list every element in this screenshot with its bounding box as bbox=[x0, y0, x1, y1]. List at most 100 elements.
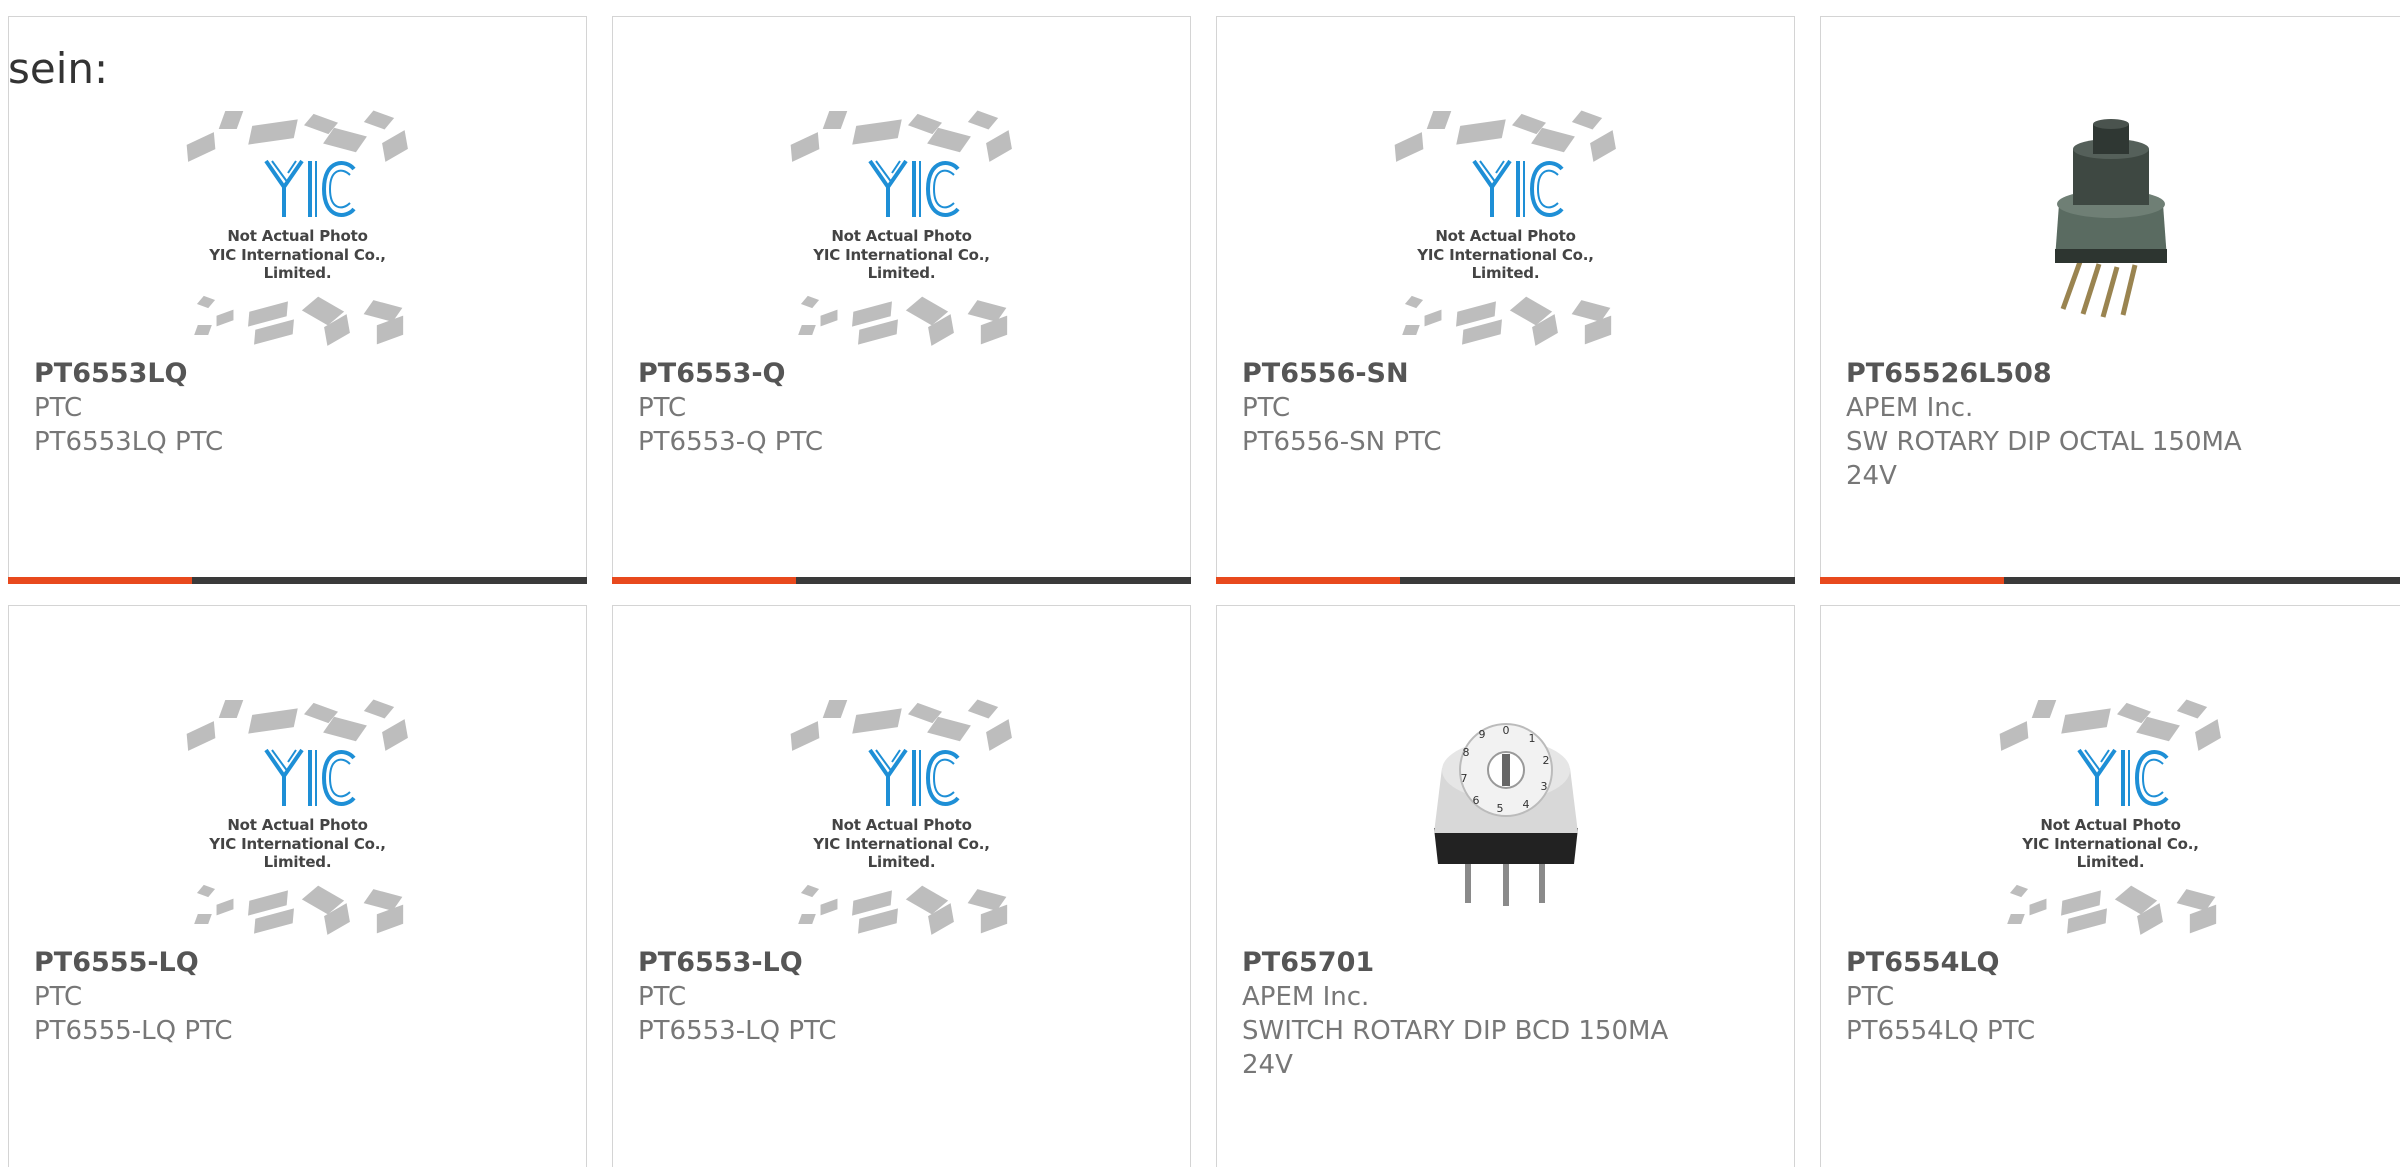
chip-graphic bbox=[1424, 309, 1441, 327]
part-number[interactable]: PT65526L508 bbox=[1846, 357, 2375, 391]
placeholder-image: Not Actual Photo YIC International Co., L… bbox=[782, 99, 1022, 349]
chip-graphic bbox=[218, 111, 243, 129]
manufacturer: PTC bbox=[34, 393, 83, 423]
chip-graphic bbox=[967, 699, 998, 719]
card-bottom-bar bbox=[1820, 577, 2400, 584]
chip-graphic bbox=[985, 130, 1012, 162]
chip-graphic bbox=[376, 904, 403, 934]
description: PT6553LQ PTC bbox=[34, 427, 224, 457]
svg-text:9: 9 bbox=[1478, 728, 1485, 741]
description: PT6554LQ PTC bbox=[1846, 1016, 2036, 1046]
product-image[interactable]: Not Actual Photo YIC International Co., L… bbox=[9, 668, 586, 958]
placeholder-image: Not Actual Photo YIC International Co., L… bbox=[1386, 99, 1626, 349]
chip-graphic bbox=[193, 325, 212, 335]
manufacturer: PTC bbox=[638, 393, 687, 423]
yic-logo-icon bbox=[867, 748, 960, 806]
chip-graphic bbox=[980, 904, 1007, 934]
product-card[interactable]: PT65526L508 APEM Inc. SW ROTARY DIP OCTA… bbox=[1820, 16, 2400, 584]
product-card[interactable]: Not Actual Photo YIC International Co., L… bbox=[8, 605, 587, 1167]
part-number[interactable]: PT6555-LQ bbox=[34, 946, 561, 980]
chip-graphic bbox=[1404, 295, 1423, 309]
chip-graphic bbox=[790, 132, 819, 162]
svg-text:0: 0 bbox=[1502, 724, 1509, 737]
svg-text:5: 5 bbox=[1496, 802, 1503, 815]
product-card[interactable]: Not Actual Photo YIC International Co., L… bbox=[612, 16, 1191, 584]
chip-graphic bbox=[216, 309, 233, 327]
intro-text: sein: bbox=[8, 44, 109, 93]
chip-graphic bbox=[218, 700, 243, 718]
chip-graphic bbox=[980, 315, 1007, 345]
yic-logo-icon bbox=[1471, 159, 1564, 217]
chip-graphic bbox=[2031, 700, 2056, 718]
placeholder-image: Not Actual Photo YIC International Co., L… bbox=[1991, 688, 2231, 938]
not-actual-photo-label: Not Actual Photo bbox=[1435, 227, 1576, 245]
chip-graphic bbox=[790, 721, 819, 751]
svg-text:4: 4 bbox=[1522, 798, 1529, 811]
product-card[interactable]: Not Actual Photo YIC International Co., L… bbox=[1216, 16, 1795, 584]
placeholder-image: Not Actual Photo YIC International Co., L… bbox=[178, 99, 418, 349]
company-label: YIC International Co., Limited. bbox=[813, 246, 990, 282]
manufacturer: APEM Inc. bbox=[1242, 982, 1370, 1012]
placeholder-image: Not Actual Photo YIC International Co., L… bbox=[178, 688, 418, 938]
description: PT6553-LQ PTC bbox=[638, 1016, 837, 1046]
accent-bar bbox=[8, 577, 192, 584]
chip-graphic bbox=[2176, 699, 2207, 719]
not-actual-photo-label: Not Actual Photo bbox=[227, 816, 368, 834]
product-card[interactable]: 0 12 34 5 67 8 9 PT65701 APEM Inc. SWITCH R… bbox=[1216, 605, 1795, 1167]
product-image[interactable]: Not Actual Photo YIC International Co., L… bbox=[613, 79, 1190, 369]
chip-graphic bbox=[985, 719, 1012, 751]
chip-graphic bbox=[2006, 914, 2025, 924]
part-number[interactable]: PT6554LQ bbox=[1846, 946, 2375, 980]
part-number[interactable]: PT6556-SN bbox=[1242, 357, 1769, 391]
chip-graphic bbox=[822, 111, 847, 129]
accent-bar bbox=[612, 577, 796, 584]
part-number[interactable]: PT6553-LQ bbox=[638, 946, 1165, 980]
manufacturer: PTC bbox=[638, 982, 687, 1012]
product-image[interactable]: 0 12 34 5 67 8 9 bbox=[1217, 668, 1794, 958]
part-number[interactable]: PT65701 bbox=[1242, 946, 1769, 980]
svg-text:6: 6 bbox=[1472, 794, 1479, 807]
chip-graphic bbox=[196, 295, 215, 309]
chip-graphic bbox=[2189, 904, 2216, 934]
svg-text:1: 1 bbox=[1528, 732, 1535, 745]
chip-graphic bbox=[1571, 110, 1602, 130]
chip-graphic bbox=[376, 315, 403, 345]
chip-graphic bbox=[186, 132, 215, 162]
manufacturer: PTC bbox=[1846, 982, 1895, 1012]
chip-graphic bbox=[1394, 132, 1423, 162]
part-number[interactable]: PT6553-Q bbox=[638, 357, 1165, 391]
product-info: PT6556-SN PTC PT6556-SN PTC bbox=[1242, 357, 1769, 459]
product-image[interactable] bbox=[1821, 79, 2400, 369]
not-actual-photo-label: Not Actual Photo bbox=[2040, 816, 2181, 834]
chip-graphic bbox=[851, 708, 902, 734]
yic-logo-icon bbox=[263, 159, 356, 217]
product-image[interactable]: Not Actual Photo YIC International Co., L… bbox=[1217, 79, 1794, 369]
product-info: PT6553-Q PTC PT6553-Q PTC bbox=[638, 357, 1165, 459]
product-image[interactable]: Not Actual Photo YIC International Co., L… bbox=[613, 668, 1190, 958]
chip-graphic bbox=[820, 309, 837, 327]
accent-bar bbox=[1820, 577, 2004, 584]
chip-graphic bbox=[216, 898, 233, 916]
part-number[interactable]: PT6553LQ bbox=[34, 357, 561, 391]
product-image[interactable]: Not Actual Photo YIC International Co., L… bbox=[9, 79, 586, 369]
svg-text:2: 2 bbox=[1542, 754, 1549, 767]
product-info: PT6555-LQ PTC PT6555-LQ PTC bbox=[34, 946, 561, 1048]
product-card[interactable]: Not Actual Photo YIC International Co., L… bbox=[612, 605, 1191, 1167]
product-card[interactable]: Not Actual Photo YIC International Co., L… bbox=[1820, 605, 2400, 1167]
product-grid: Not Actual Photo YIC International Co., L… bbox=[0, 0, 2400, 1167]
chip-graphic bbox=[196, 884, 215, 898]
product-info: PT6553LQ PTC PT6553LQ PTC bbox=[34, 357, 561, 459]
chip-graphic bbox=[822, 700, 847, 718]
chip-graphic bbox=[851, 119, 902, 145]
chip-graphic bbox=[1426, 111, 1451, 129]
product-info: PT6554LQ PTC PT6554LQ PTC bbox=[1846, 946, 2375, 1048]
chip-graphic bbox=[247, 119, 298, 145]
chip-graphic bbox=[247, 708, 298, 734]
product-card[interactable]: Not Actual Photo YIC International Co., L… bbox=[8, 16, 587, 584]
not-actual-photo-label: Not Actual Photo bbox=[227, 227, 368, 245]
product-info: PT65526L508 APEM Inc. SW ROTARY DIP OCTA… bbox=[1846, 357, 2375, 493]
product-info: PT6553-LQ PTC PT6553-LQ PTC bbox=[638, 946, 1165, 1048]
product-image[interactable]: Not Actual Photo YIC International Co., L… bbox=[1821, 668, 2400, 958]
card-bottom-bar bbox=[8, 577, 587, 584]
chip-graphic bbox=[820, 898, 837, 916]
